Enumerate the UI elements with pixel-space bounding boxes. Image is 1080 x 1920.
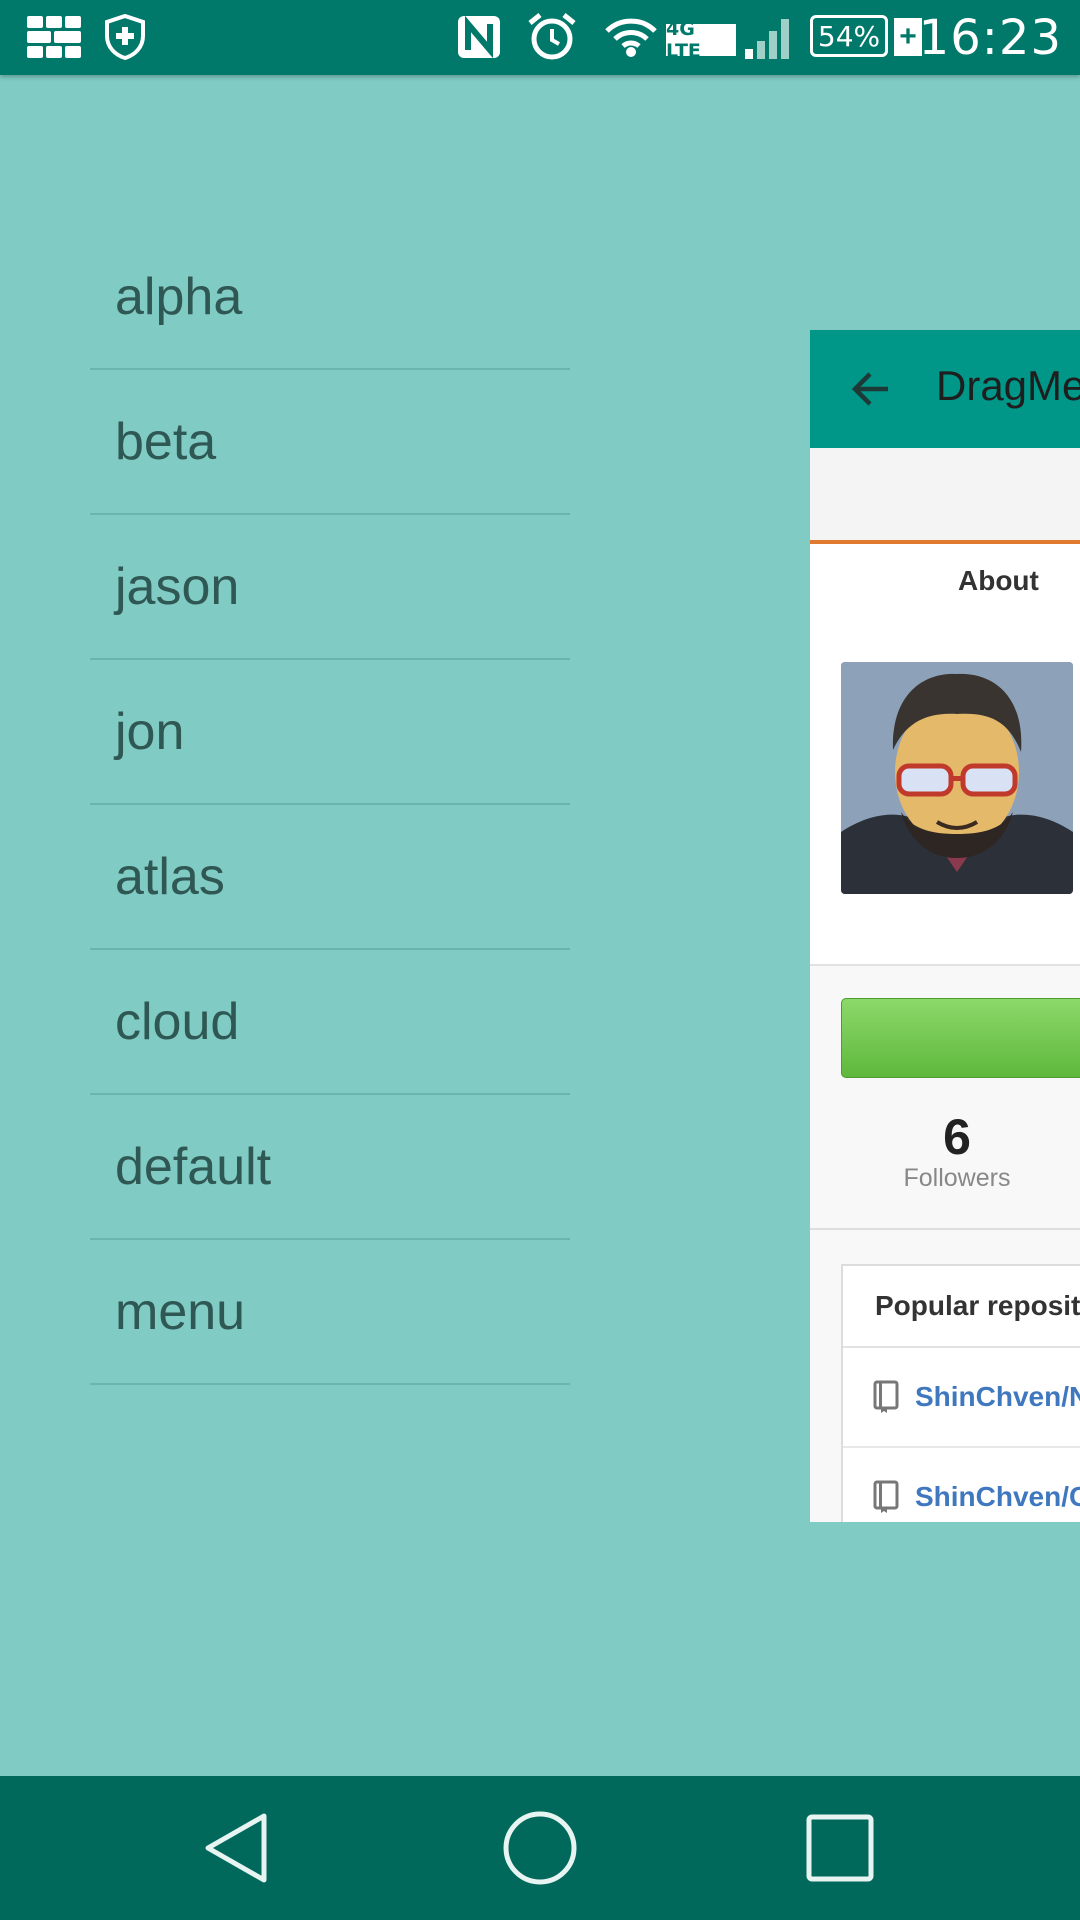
menu-item-cloud[interactable]: cloud [90,950,570,1095]
repository-link[interactable]: ShinChven/C [915,1481,1080,1513]
home-icon[interactable] [500,1808,580,1888]
avatar [841,662,1073,894]
follow-button[interactable] [841,998,1080,1078]
menu-item-default[interactable]: default [90,1095,570,1240]
clock: 16:23 [918,10,1062,66]
shield-icon [102,14,148,60]
followers-count: 6 [943,1109,971,1165]
menu-item-jon[interactable]: jon [90,660,570,805]
repo-book-icon [871,1380,901,1414]
menu-item-alpha[interactable]: alpha [90,225,570,370]
signal-icon [742,14,792,60]
toolbar: DragMe [810,330,1080,448]
grid-icon [26,14,82,60]
network-type-icon: 4G LTE [666,18,736,62]
popular-repositories-panel: Popular repositories ShinChven/N ShinChv… [841,1264,1080,1522]
side-menu: alpha beta jason jon atlas cloud default… [90,225,570,1385]
repository-link[interactable]: ShinChven/N [915,1381,1080,1413]
back-arrow-icon[interactable] [850,368,892,410]
nfc-icon [454,14,504,60]
wifi-icon [604,14,658,60]
battery-level: 54% [817,19,881,53]
tab-indicator [810,540,1080,544]
back-icon[interactable] [198,1808,278,1888]
repositories-header: Popular repositories [843,1266,1080,1348]
status-bar: 4G LTE 54% + 16:23 [0,0,1080,75]
repository-row[interactable]: ShinChven/N [843,1348,1080,1448]
followers-label: Followers [903,1164,1011,1192]
repo-book-icon [871,1480,901,1514]
header-band [810,448,1080,542]
repository-row[interactable]: ShinChven/C [843,1448,1080,1522]
page-title: DragMe [936,362,1080,409]
alarm-icon [526,13,578,60]
menu-item-beta[interactable]: beta [90,370,570,515]
content-card[interactable]: DragMe About 6 Followers Popular reposit… [810,330,1080,1522]
menu-item-menu[interactable]: menu [90,1240,570,1385]
tab-about[interactable]: About [958,565,1039,597]
navigation-bar [0,1776,1080,1920]
menu-item-jason[interactable]: jason [90,515,570,660]
divider [810,1228,1080,1230]
menu-item-atlas[interactable]: atlas [90,805,570,950]
recents-icon[interactable] [800,1808,880,1888]
battery-icon: 54% [810,15,888,57]
